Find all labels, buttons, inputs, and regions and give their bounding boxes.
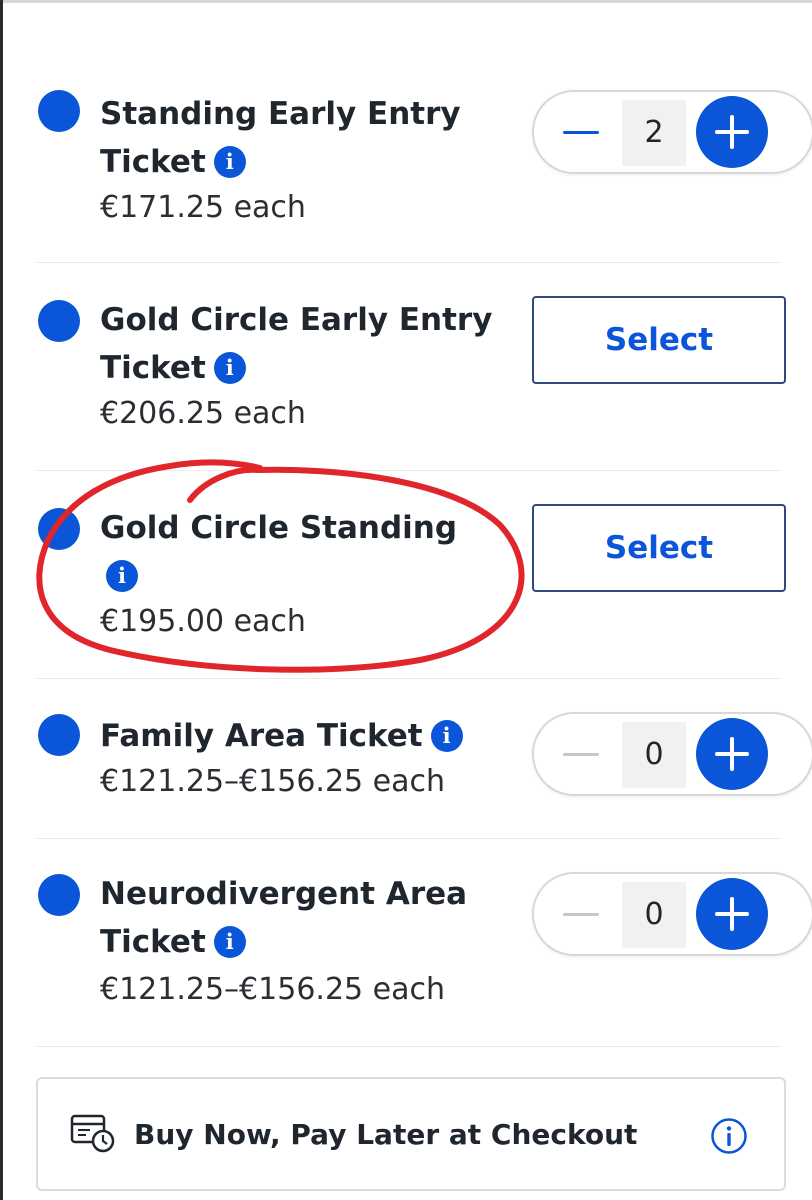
info-icon[interactable]: i: [213, 352, 246, 384]
info-circle-icon[interactable]: [710, 1117, 748, 1155]
ticket-name: Standing Early Entry Ticket: [100, 96, 461, 180]
plus-icon[interactable]: [696, 718, 768, 790]
ticket-price: €195.00 each: [100, 604, 306, 639]
ticket-name: Neurodivergent Area Ticket: [100, 876, 468, 960]
quantity-value: 0: [622, 882, 686, 948]
ticket-price: €171.25 each: [100, 190, 306, 225]
info-icon[interactable]: i: [430, 720, 463, 752]
quantity-value: 2: [622, 100, 686, 166]
quantity-stepper: 2: [532, 90, 812, 174]
info-icon[interactable]: i: [106, 560, 138, 592]
plus-icon[interactable]: [696, 96, 768, 168]
buy-now-pay-later-banner[interactable]: Buy Now, Pay Later at Checkout: [36, 1077, 786, 1191]
plus-icon[interactable]: [696, 878, 768, 950]
blue-dot-icon: [38, 90, 80, 132]
blue-dot-icon: [38, 714, 80, 756]
quantity-stepper: 0: [532, 712, 812, 796]
quantity-value: 0: [622, 722, 686, 788]
screen-top-edge: [0, 0, 812, 3]
ticket-title: Neurodivergent Area Ticket i: [100, 870, 500, 966]
screen-left-edge: [0, 0, 3, 1200]
calendar-card-icon: [70, 1114, 115, 1153]
ticket-row-family-area: Family Area Ticket i €121.25–€156.25 each…: [36, 678, 812, 839]
ticket-name: Family Area Ticket: [100, 718, 423, 754]
minus-icon[interactable]: [548, 892, 614, 936]
ticket-row-neurodivergent-area: Neurodivergent Area Ticket i €121.25–€156…: [36, 838, 812, 1047]
select-button[interactable]: Select: [532, 296, 786, 384]
blue-dot-icon: [38, 508, 80, 550]
info-icon[interactable]: i: [213, 926, 246, 958]
ticket-price: €121.25–€156.25 each: [100, 972, 445, 1007]
blue-dot-icon: [38, 874, 80, 916]
info-icon[interactable]: i: [213, 146, 246, 178]
ticket-title: Standing Early Entry Ticket i: [100, 90, 500, 186]
ticket-name: Gold Circle Early Entry Ticket: [100, 302, 493, 386]
buy-now-pay-later-text: Buy Now, Pay Later at Checkout: [134, 1118, 638, 1151]
ticket-title: Gold Circle Standing i: [100, 504, 500, 600]
ticket-row-gold-circle-standing: Gold Circle Standing i €195.00 each Selec…: [36, 470, 786, 679]
ticket-price: €121.25–€156.25 each: [100, 764, 445, 799]
quantity-stepper: 0: [532, 872, 812, 956]
select-button[interactable]: Select: [532, 504, 786, 592]
ticket-row-gold-circle-early-entry: Gold Circle Early Entry Ticket i €206.25 …: [36, 262, 786, 471]
ticket-row-standing-early-entry: Standing Early Entry Ticket i €171.25 eac…: [36, 76, 812, 263]
minus-icon[interactable]: [548, 110, 614, 154]
blue-dot-icon: [38, 300, 80, 342]
ticket-name: Gold Circle Standing: [100, 510, 458, 546]
ticket-title: Gold Circle Early Entry Ticket i: [100, 296, 500, 392]
minus-icon[interactable]: [548, 732, 614, 776]
ticket-price: €206.25 each: [100, 396, 306, 431]
ticket-title: Family Area Ticket i: [100, 712, 520, 760]
